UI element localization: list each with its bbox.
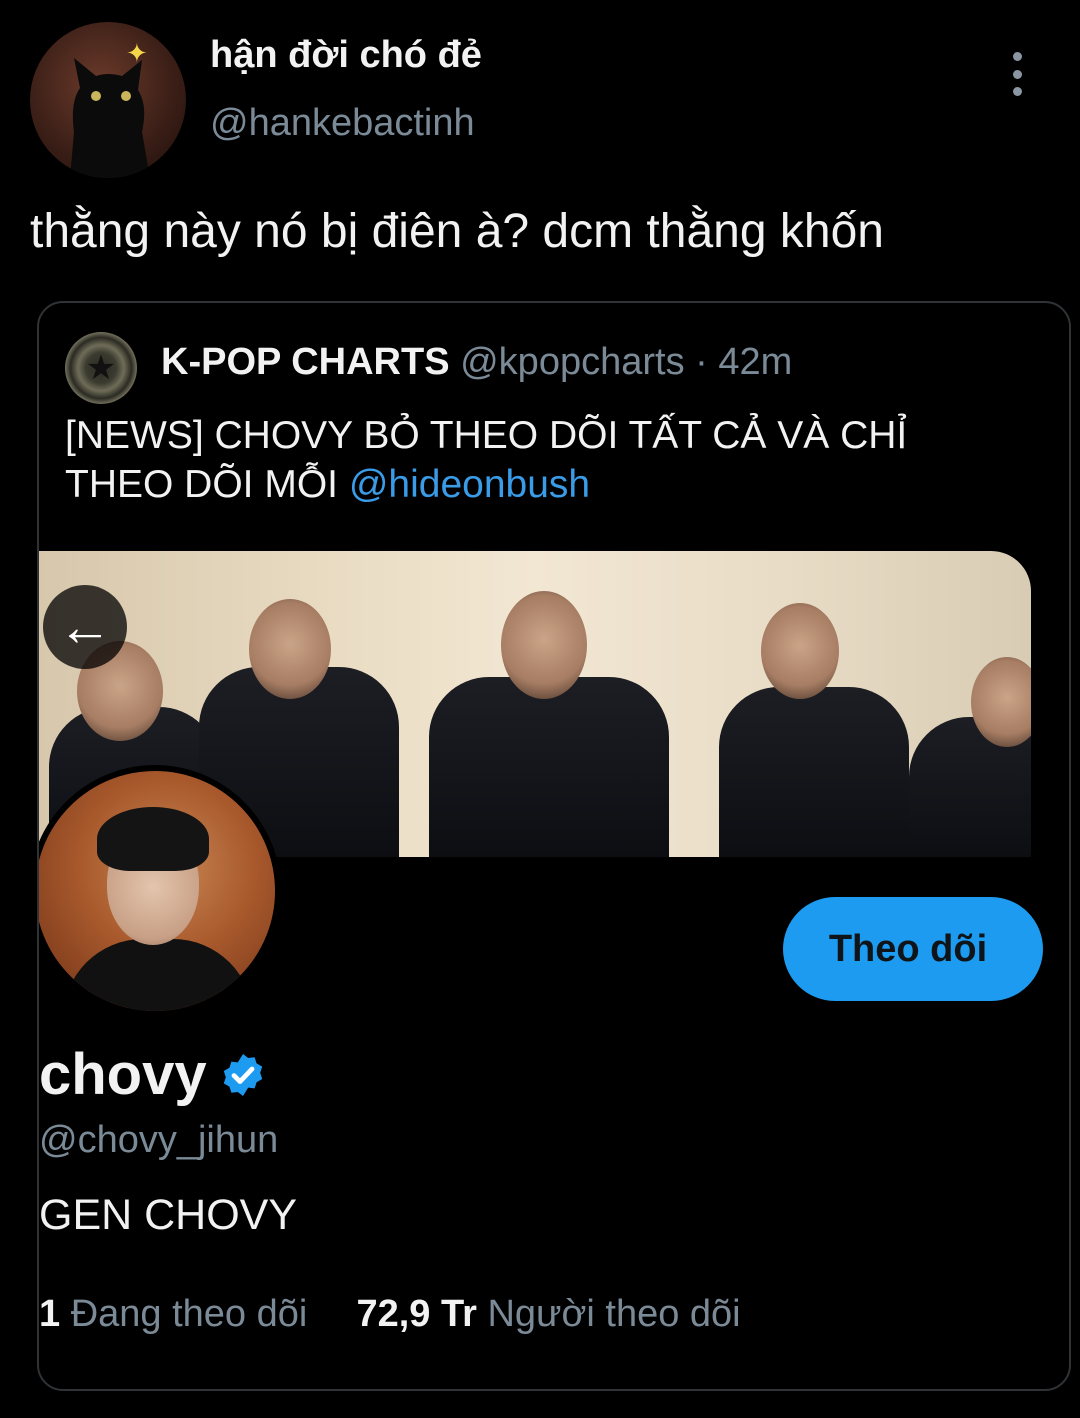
- quoted-name[interactable]: K-POP CHARTS: [161, 341, 450, 383]
- author-display-name[interactable]: hận đời chó đẻ: [210, 34, 482, 77]
- profile-name: chovy: [39, 1042, 207, 1107]
- quoted-text: [NEWS] CHOVY BỎ THEO DÕI TẤT CẢ VÀ CHỈ T…: [65, 411, 985, 509]
- more-options-icon[interactable]: [1004, 52, 1030, 96]
- svg-text:✦: ✦: [126, 39, 148, 69]
- following-count[interactable]: 1: [39, 1293, 60, 1335]
- black-cat-icon: ✦: [70, 39, 150, 178]
- quoted-handle[interactable]: @kpopcharts: [460, 341, 684, 383]
- followers-count[interactable]: 72,9 Tr: [356, 1293, 476, 1335]
- profile-avatar[interactable]: [39, 765, 281, 1017]
- verified-badge-icon: [223, 1053, 262, 1096]
- quoted-tweet[interactable]: ★ K-POP CHARTS @kpopcharts · 42m [NEWS] …: [37, 301, 1071, 1391]
- quoted-header: K-POP CHARTS @kpopcharts · 42m: [161, 341, 792, 384]
- profile-bio: GEN CHOVY: [39, 1191, 298, 1239]
- tweet-text: thằng này nó bị điên à? dcm thằng khốn: [30, 205, 884, 258]
- quoted-time: 42m: [718, 341, 793, 383]
- mention-link[interactable]: @hideonbush: [349, 463, 590, 506]
- author-handle[interactable]: @hankebactinh: [210, 102, 475, 145]
- quoted-separator: ·: [684, 341, 719, 383]
- following-label[interactable]: Đang theo dõi: [71, 1293, 308, 1335]
- follow-button[interactable]: Theo dõi: [783, 897, 1043, 1001]
- star-icon: ★: [85, 349, 117, 387]
- author-avatar[interactable]: ✦: [30, 22, 186, 178]
- profile-stats: 1 Đang theo dõi 72,9 Tr Người theo dõi: [39, 1293, 741, 1336]
- profile-name-row: chovy: [39, 1041, 267, 1108]
- back-arrow-icon[interactable]: ←: [43, 585, 127, 669]
- followers-label[interactable]: Người theo dõi: [487, 1293, 740, 1335]
- quoted-avatar[interactable]: ★: [65, 332, 137, 404]
- profile-handle: @chovy_jihun: [39, 1119, 279, 1161]
